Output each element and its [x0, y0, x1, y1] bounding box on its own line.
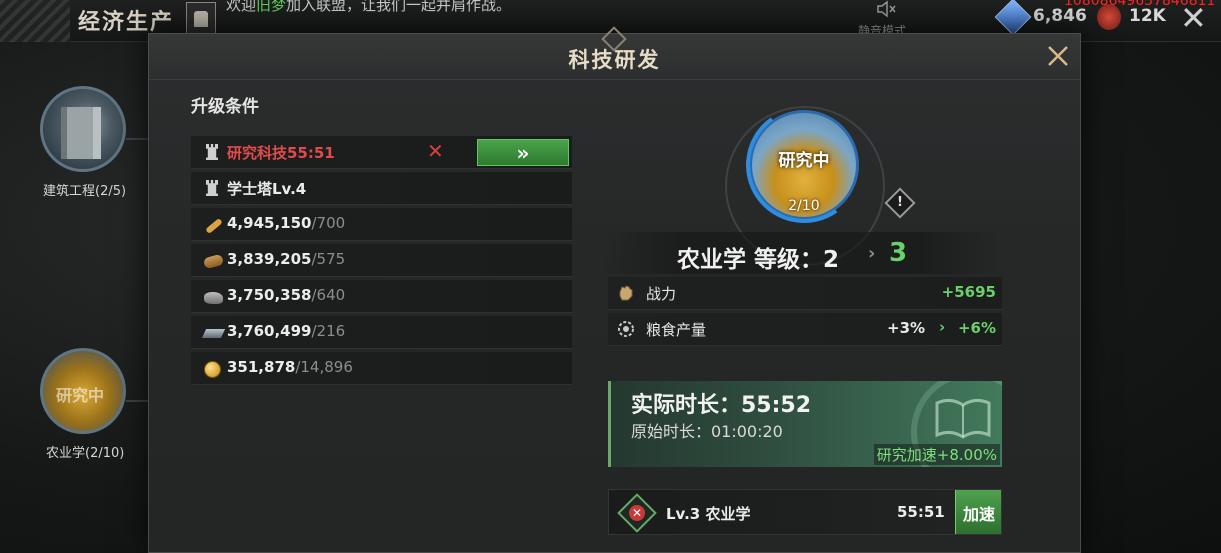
stat-row-power: 战力 +5695: [608, 277, 1002, 310]
dialog-title: 科技研发: [568, 47, 661, 72]
stat-label: 战力: [646, 285, 677, 303]
condition-text: 3,760,499/216: [227, 322, 345, 340]
resource-owned: 3,839,205: [227, 250, 312, 268]
stat-value: +5695: [941, 283, 996, 301]
chat-channel-icon[interactable]: [186, 2, 216, 36]
speed-up-button[interactable]: 加速: [955, 490, 1001, 534]
close-icon[interactable]: ✕: [1180, 2, 1207, 34]
research-time-panel: 实际时长：55:52 原始时长：01:00:20 研究加速+8.00%: [608, 381, 1002, 467]
gem-icon: [994, 0, 1032, 36]
tree-connector: [126, 138, 148, 140]
chat-ticker[interactable]: 欢迎旧梦加入联盟，让我们一起并肩作战。: [226, 0, 511, 15]
condition-text: 4,945,150/700: [227, 214, 345, 232]
research-status: 研究中: [778, 151, 830, 171]
condition-text: 研究科技55:51: [227, 144, 335, 162]
resource-required: /640: [311, 286, 346, 304]
resource-owned: 4,945,150: [227, 214, 312, 232]
chat-prefix: 欢迎: [226, 0, 257, 14]
resource-owned: 351,878: [227, 358, 296, 376]
queue-remaining-time: 55:51: [897, 503, 945, 521]
condition-row-iron: 3,760,499/216: [191, 316, 572, 349]
resource-required: /14,896: [295, 358, 353, 376]
condition-row-stone: 3,750,358/640: [191, 280, 572, 313]
stat-value: +6%: [957, 319, 996, 337]
unmet-x-icon: ✕: [427, 139, 444, 163]
top-decoration: [0, 0, 70, 42]
power-fist-icon: [619, 285, 633, 301]
resource-owned: 3,760,499: [227, 322, 312, 340]
tree-connector: [126, 400, 148, 402]
condition-row-food: 4,945,150/700: [191, 208, 572, 241]
resource-required: /575: [311, 250, 346, 268]
food-output-gear-icon: [618, 321, 634, 337]
speed-up-label: 加速: [962, 505, 995, 524]
close-icon[interactable]: [1042, 40, 1074, 72]
tower-icon: [203, 179, 223, 199]
research-speed-bonus: 研究加速+8.00%: [873, 444, 1000, 465]
level-arrow-icon: ›: [868, 243, 876, 264]
gold-icon: [203, 359, 223, 379]
condition-row-wood: 3,839,205/575: [191, 244, 572, 277]
book-icon: [935, 398, 991, 439]
condition-text: 学士塔Lv.4: [227, 180, 307, 198]
go-to-arrows-icon: »: [516, 141, 530, 165]
condition-text: 3,750,358/640: [227, 286, 345, 304]
next-level: 3: [889, 238, 908, 268]
tech-node-agriculture-label: 农业学(2/10): [46, 446, 125, 461]
screen: 经济生产 欢迎旧梦加入联盟，让我们一起并肩作战。 静音模式 6,846 12K …: [0, 0, 1221, 553]
tech-node-construction[interactable]: [40, 86, 126, 172]
stat-row-food-output: 粮食产量 +3% › +6%: [608, 313, 1002, 346]
stat-arrow-icon: ›: [939, 318, 946, 336]
tech-name-level: 农业学 等级：2: [677, 247, 840, 273]
dialog-header: 科技研发: [149, 26, 1080, 80]
info-icon[interactable]: !: [884, 187, 916, 219]
gem-count: 6,846: [1033, 6, 1087, 26]
go-to-button[interactable]: »: [477, 139, 569, 166]
original-duration: 原始时长：01:00:20: [631, 422, 783, 441]
page-title: 经济生产: [78, 9, 175, 35]
condition-text: 3,839,205/575: [227, 250, 345, 268]
resource-owned: 3,750,358: [227, 286, 312, 304]
tech-node-construction-label: 建筑工程(2/5): [43, 184, 127, 199]
stat-current: +3%: [887, 319, 926, 337]
wood-icon: [202, 251, 225, 271]
upgrade-conditions-title: 升级条件: [191, 97, 259, 117]
condition-row-gold: 351,878/14,896: [191, 352, 572, 385]
tech-level-progress: 2/10: [788, 198, 820, 214]
might-count: 12K: [1129, 6, 1166, 26]
condition-row-building: 学士塔Lv.4: [191, 172, 572, 205]
food-icon: [203, 215, 223, 235]
research-queue-row: ✕ Lv.3 农业学 55:51 加速: [608, 489, 1002, 535]
condition-row-research: 研究科技55:51 ✕ »: [191, 136, 572, 169]
tech-research-dialog: 科技研发 升级条件 研究科技55:51 ✕ » 学士塔Lv.4 4,945,15…: [148, 26, 1081, 553]
tower-icon: [203, 143, 223, 163]
chat-player-name[interactable]: 旧梦: [256, 0, 286, 14]
tech-node-agriculture-status: 研究中: [56, 386, 105, 405]
stat-label: 粮食产量: [646, 321, 707, 339]
cancel-research-icon[interactable]: ✕: [617, 493, 657, 533]
stone-icon: [203, 287, 223, 307]
mute-icon[interactable]: [876, 0, 896, 18]
resource-required: /700: [311, 214, 346, 232]
resource-required: /216: [311, 322, 346, 340]
condition-text: 351,878/14,896: [227, 358, 353, 376]
chat-message: 加入联盟，让我们一起并肩作战。: [286, 0, 512, 14]
actual-duration: 实际时长：55:52: [631, 393, 812, 418]
queue-tech-name: Lv.3 农业学: [666, 505, 751, 523]
iron-icon: [201, 323, 226, 343]
